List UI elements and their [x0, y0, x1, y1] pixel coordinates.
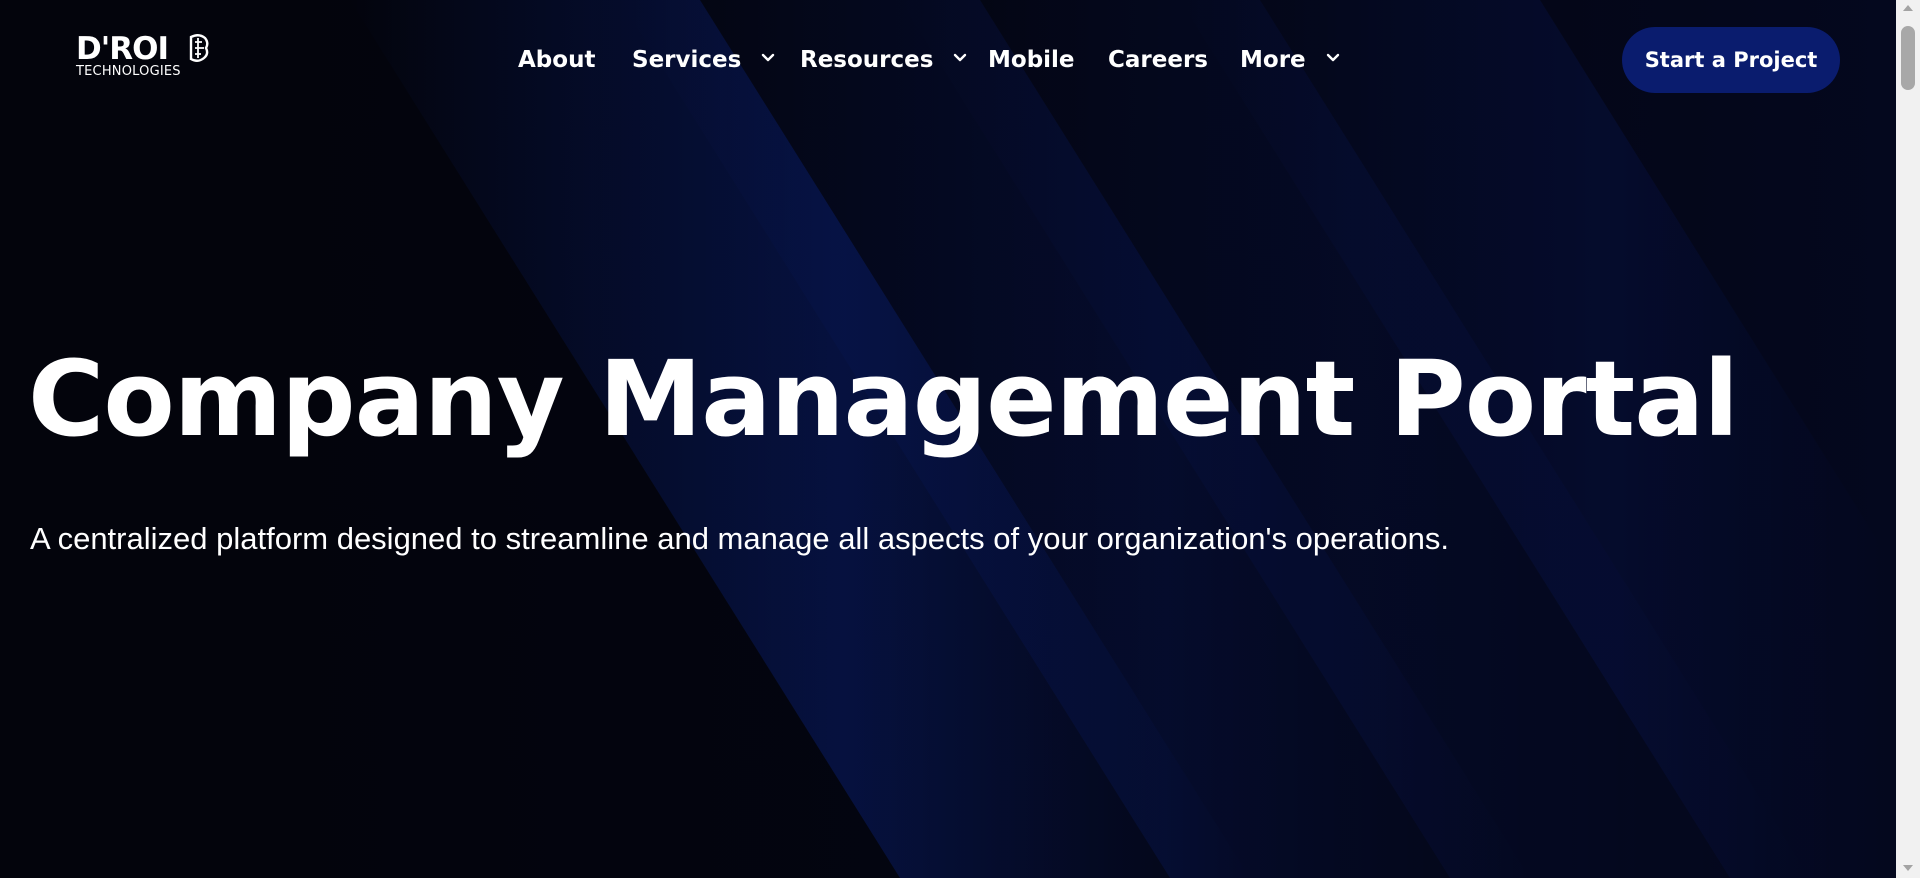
chevron-down-icon — [954, 53, 967, 61]
hero-title: Company Management Portal — [28, 338, 1739, 460]
scroll-up-arrow-icon[interactable] — [1902, 4, 1914, 12]
brain-icon — [189, 34, 209, 62]
page-viewport: D'ROI TECHNOLOGIES About Services Resour… — [0, 0, 1896, 878]
nav-label: More — [1240, 47, 1306, 73]
nav-label: Services — [632, 47, 742, 73]
hero-subtitle: A centralized platform designed to strea… — [30, 521, 1449, 556]
nav-more[interactable]: More — [1240, 42, 1342, 78]
nav-about[interactable]: About — [518, 42, 595, 78]
nav-mobile[interactable]: Mobile — [988, 42, 1075, 78]
scroll-down-arrow-icon[interactable] — [1902, 864, 1914, 872]
vertical-scrollbar[interactable] — [1896, 0, 1920, 878]
chevron-down-icon — [762, 53, 775, 61]
nav-label: Resources — [800, 47, 934, 73]
nav-label: Careers — [1108, 47, 1208, 73]
top-navbar: D'ROI TECHNOLOGIES About Services Resour… — [0, 0, 1896, 120]
start-project-button[interactable]: Start a Project — [1622, 27, 1840, 93]
scrollbar-thumb[interactable] — [1901, 26, 1915, 90]
chevron-down-icon — [1326, 53, 1339, 61]
nav-label: Mobile — [988, 47, 1075, 73]
logo-tagline: TECHNOLOGIES — [76, 64, 181, 79]
logo-wordmark: D'ROI — [76, 31, 169, 67]
nav-label: About — [518, 47, 596, 73]
nav-services[interactable]: Services — [632, 42, 777, 78]
nav-resources[interactable]: Resources — [800, 42, 969, 78]
brand-logo[interactable]: D'ROI TECHNOLOGIES — [76, 31, 209, 80]
nav-careers[interactable]: Careers — [1108, 42, 1208, 78]
